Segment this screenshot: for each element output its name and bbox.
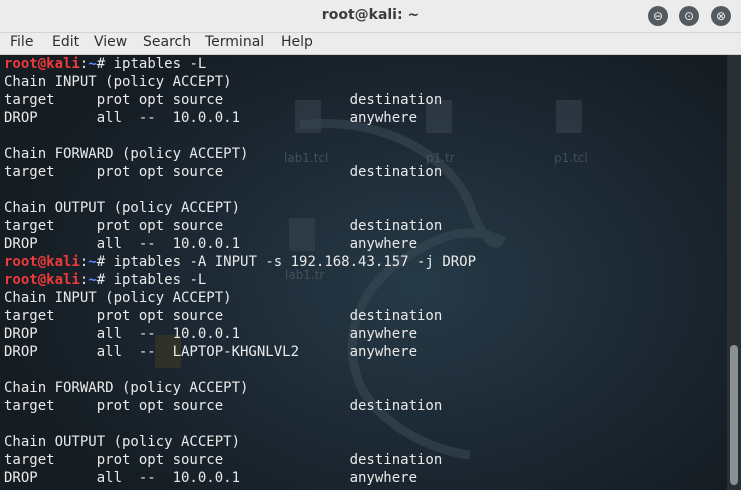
output-line: DROP all -- 10.0.0.1 anywhere [4,326,418,342]
output-line: target prot opt source destination [4,452,443,468]
scrollbar-thumb[interactable] [730,345,738,485]
output-line: Chain OUTPUT (policy ACCEPT) [4,434,241,450]
title-bar[interactable]: root@kali: ~ ⊖ ⊙ ⊗ [0,0,741,33]
menu-search[interactable]: Search [143,33,191,54]
prompt-symbol: # [96,56,106,72]
window-title: root@kali: ~ [321,7,420,23]
vertical-scrollbar[interactable] [727,55,741,490]
terminal-lines: root@kali:~# iptables -L Chain INPUT (pol… [4,55,476,487]
output-line: Chain INPUT (policy ACCEPT) [4,74,232,90]
file-label-3: p1.tcl [554,151,588,165]
output-line: Chain OUTPUT (policy ACCEPT) [4,200,241,216]
command-text: iptables -L [105,56,207,72]
output-line: DROP all -- 10.0.0.1 anywhere [4,110,418,126]
menu-file[interactable]: File [10,33,33,54]
prompt-user: root@kali [4,56,80,72]
menu-bar: File Edit View Search Terminal Help [0,33,741,55]
prompt-line: root@kali:~# iptables -A INPUT -s 192.16… [4,253,476,271]
prompt-line: root@kali:~# iptables -L [4,55,476,73]
prompt-path: ~ [88,254,97,270]
close-button[interactable]: ⊗ [711,6,731,26]
output-line: DROP all -- 10.0.0.1 anywhere [4,470,418,486]
menu-edit[interactable]: Edit [52,33,79,54]
menu-terminal[interactable]: Terminal [205,33,264,54]
menu-help[interactable]: Help [281,33,313,54]
output-line: target prot opt source destination [4,92,443,108]
terminal-window: root@kali: ~ ⊖ ⊙ ⊗ File Edit View Search… [0,0,741,490]
output-line: DROP all -- 10.0.0.1 anywhere [4,236,418,252]
prompt-user: root@kali [4,254,80,270]
output-line: target prot opt source destination [4,218,443,234]
menu-view[interactable]: View [94,33,127,54]
command-text: iptables -A INPUT -s 192.168.43.157 -j D… [105,254,477,270]
prompt-symbol: # [96,272,106,288]
command-text: iptables -L [105,272,207,288]
output-line: target prot opt source destination [4,164,443,180]
output-line: Chain FORWARD (policy ACCEPT) [4,380,249,396]
file-icon-3 [556,100,582,133]
minimize-button[interactable]: ⊖ [648,6,668,26]
prompt-line: root@kali:~# iptables -L [4,271,476,289]
prompt-path: ~ [88,272,97,288]
output-line: Chain INPUT (policy ACCEPT) [4,290,232,306]
prompt-user: root@kali [4,272,80,288]
maximize-button[interactable]: ⊙ [679,6,699,26]
prompt-symbol: # [96,254,106,270]
output-line: DROP all -- LAPTOP-KHGNLVL2 anywhere [4,344,418,360]
prompt-path: ~ [88,56,97,72]
output-line: target prot opt source destination [4,398,443,414]
terminal-output-area[interactable]: lab1.tcl p1.tr p1.tcl lab1.tr root@kali:… [0,55,727,490]
output-line: target prot opt source destination [4,308,443,324]
output-line: Chain FORWARD (policy ACCEPT) [4,146,249,162]
